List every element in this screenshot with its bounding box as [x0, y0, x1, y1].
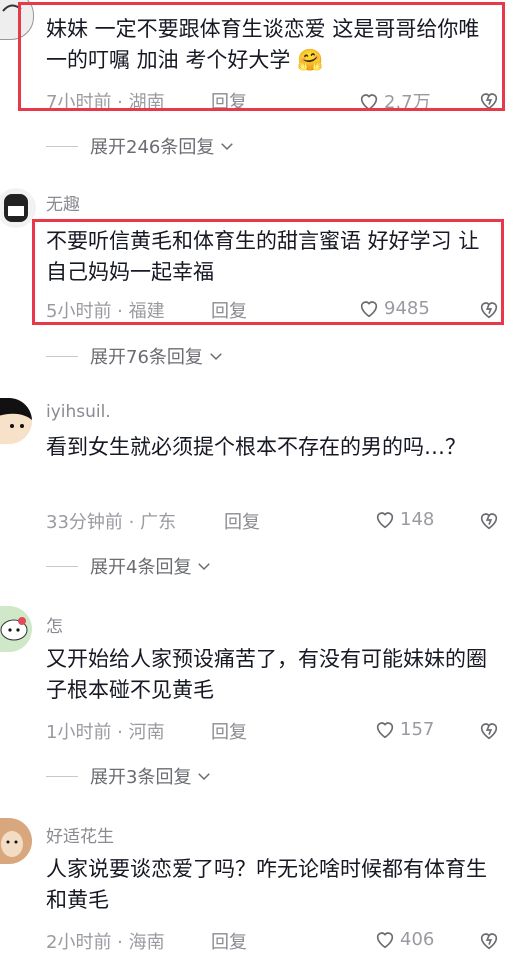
like-button[interactable]: 157	[374, 718, 434, 740]
comment-item: 好适花生 人家说要谈恋爱了吗？咋无论啥时候都有体育生和黄毛 2小时前 · 海南 …	[0, 816, 515, 953]
like-count: 406	[400, 928, 435, 950]
avatar[interactable]	[0, 818, 32, 864]
comment-text: 又开始给人家预设痛苦了，有没有可能妹妹的圈子根本碰不见黄毛	[46, 647, 487, 702]
comment-meta: 2小时前 · 海南 回复 406	[46, 927, 515, 954]
broken-heart-icon[interactable]	[478, 717, 500, 743]
broken-heart-icon[interactable]	[478, 927, 500, 953]
highlight-box	[32, 219, 504, 325]
highlight-box	[18, 2, 505, 111]
divider	[46, 565, 78, 567]
comment-item: 怎 又开始给人家预设痛苦了，有没有可能妹妹的圈子根本碰不见黄毛 1小时前 · 河…	[0, 606, 515, 791]
avatar[interactable]	[0, 188, 36, 228]
reply-button[interactable]: 回复	[211, 718, 247, 744]
chevron-down-icon	[221, 143, 234, 151]
comment-username[interactable]: iyihsuil.	[46, 402, 111, 422]
comment-time: 2小时前 · 海南	[46, 932, 165, 953]
avatar[interactable]	[0, 606, 32, 652]
reply-button[interactable]: 回复	[211, 928, 247, 954]
comment-username[interactable]: 好适花生	[46, 822, 114, 847]
chevron-down-icon	[198, 773, 211, 781]
comment-time: 33分钟前 · 广东	[46, 512, 177, 533]
like-button[interactable]: 148	[374, 508, 434, 530]
comment-time: 1小时前 · 河南	[46, 722, 165, 743]
expand-replies-label: 展开76条回复	[90, 347, 203, 368]
expand-replies-button[interactable]: 展开246条回复	[46, 134, 236, 158]
divider	[46, 355, 78, 357]
comment-username[interactable]: 怎	[46, 612, 63, 637]
chevron-down-icon	[198, 563, 211, 571]
broken-heart-icon[interactable]	[478, 507, 500, 533]
heart-outline-icon	[376, 512, 394, 529]
expand-replies-label: 展开3条回复	[90, 767, 192, 788]
comment-text: 人家说要谈恋爱了吗？咋无论啥时候都有体育生和黄毛	[46, 857, 487, 912]
like-button[interactable]: 406	[374, 928, 434, 950]
chevron-down-icon	[210, 353, 222, 361]
like-count: 157	[400, 718, 435, 740]
expand-replies-label: 展开4条回复	[90, 557, 192, 578]
comment-username[interactable]: 无趣	[46, 190, 80, 215]
reply-button[interactable]: 回复	[224, 508, 260, 534]
expand-replies-button[interactable]: 展开3条回复	[46, 764, 213, 788]
divider	[46, 775, 78, 777]
heart-outline-icon	[376, 722, 394, 739]
comment-meta: 33分钟前 · 广东 回复 148	[46, 507, 515, 534]
like-count: 148	[400, 508, 435, 530]
expand-replies-label: 展开246条回复	[90, 137, 215, 158]
expand-replies-button[interactable]: 展开76条回复	[46, 344, 225, 368]
heart-outline-icon	[376, 932, 394, 949]
comment-item: iyihsuil. 看到女生就必须提个根本不存在的男的吗…？ 33分钟前 · 广…	[0, 396, 515, 581]
divider	[46, 145, 78, 147]
comment-text: 看到女生就必须提个根本不存在的男的吗…？	[46, 435, 466, 459]
comment-meta: 1小时前 · 河南 回复 157	[46, 717, 515, 744]
expand-replies-button[interactable]: 展开4条回复	[46, 554, 213, 578]
avatar[interactable]	[0, 398, 32, 444]
